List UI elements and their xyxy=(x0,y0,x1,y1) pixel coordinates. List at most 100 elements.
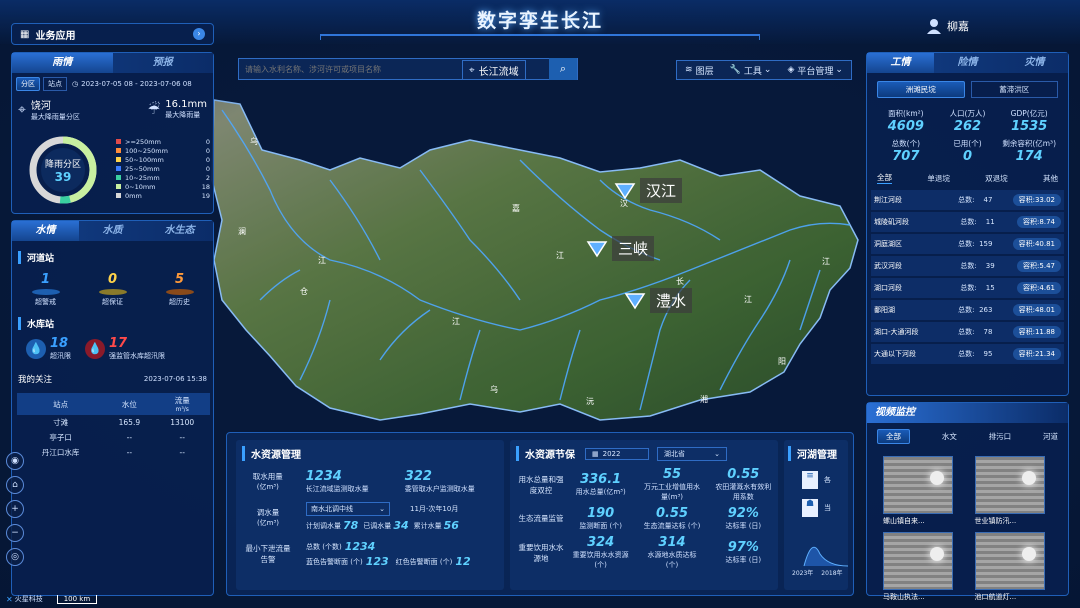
map-marker-lishui[interactable]: 澧水 xyxy=(624,288,693,313)
video-thumbnail[interactable] xyxy=(883,532,953,590)
list-item[interactable]: 湖口河段 总数: 15 容积:4.61 xyxy=(871,278,1064,298)
chevron-right-icon[interactable]: › xyxy=(193,28,205,40)
list-item[interactable]: 洞庭湖区 总数: 159 容积:40.81 xyxy=(871,234,1064,254)
list-item[interactable]: 鄱阳湖 总数: 263 容积:48.01 xyxy=(871,300,1064,320)
wr-alert-row: 最小下泄流量告警 总数 (个数) 1234 蓝色告警断面 (个) 123 红色告警断… xyxy=(245,540,471,568)
video-tab-hydrology[interactable]: 水文 xyxy=(942,431,957,442)
tab-water-regime[interactable]: 水情 xyxy=(12,221,79,241)
tools-button[interactable]: 🔧 工具 ⌄ xyxy=(730,64,772,77)
wp-row: 生态流量监管 190 监测断面 (个) 0.55 生态流量达标 (个) 92% 达标率… xyxy=(518,506,762,530)
video-tile[interactable]: 世业镇防汛... xyxy=(974,456,1053,526)
reservoir-stat[interactable]: 💧 18 超汛限 xyxy=(26,336,71,361)
zoom-out-icon[interactable]: − xyxy=(6,524,24,542)
filter-double[interactable]: 双退垸 xyxy=(985,173,1008,184)
basin-label: 长江流域 xyxy=(478,66,519,78)
subtab-station[interactable]: 站点 xyxy=(43,77,67,91)
table-row[interactable]: 丹江口水库 -- -- xyxy=(17,445,210,460)
map-marker-sanxia[interactable]: 三峡 xyxy=(586,236,655,261)
chevron-down-icon: ⌄ xyxy=(379,505,385,513)
year-select[interactable]: ▦ 2022 xyxy=(585,447,649,460)
reservoir-stat[interactable]: 💧 17 强监管水库超汛限 xyxy=(85,336,165,361)
wp-title: 水资源节保 xyxy=(516,446,575,461)
river-stat[interactable]: 1 超警戒 xyxy=(21,272,71,307)
brand-label: 火星科技 xyxy=(14,595,43,603)
tab-project[interactable]: 工情 xyxy=(867,53,934,73)
video-thumbnail[interactable] xyxy=(974,532,1045,590)
water-drop-icon: 💧 xyxy=(26,338,46,359)
wr1-b-value: 322 xyxy=(404,469,432,484)
max-rain-value: 16.1mm xyxy=(165,99,207,110)
list-item[interactable]: 城陵矶河段 总数: 11 容积:8.74 xyxy=(871,212,1064,232)
river-stat[interactable]: 0 超保证 xyxy=(88,272,138,307)
chart-x-tick: 2023年 xyxy=(792,570,814,577)
place-label: 江 xyxy=(744,295,752,304)
tab-danger[interactable]: 险情 xyxy=(934,53,1001,73)
zoom-in-icon[interactable]: + xyxy=(6,500,24,518)
focus-table: 站点 水位 流量 m³/s 寸滩 165.9 13100 亭子口 -- -- 丹江口水库 -… xyxy=(17,393,210,460)
tab-forecast[interactable]: 预报 xyxy=(113,53,214,73)
project-panel: 工情 险情 灾情 洲滩民垸 蓄滞洪区 面积(km²) 4609 人口(万人) 262… xyxy=(866,52,1069,396)
title-decoration xyxy=(320,34,760,40)
transfer-select[interactable]: 南水北调中线 ⌄ xyxy=(306,502,390,516)
legend-item: 0~10mm 18 xyxy=(116,182,210,191)
video-thumbnail[interactable] xyxy=(883,456,953,514)
tab-water-ecology[interactable]: 水生态 xyxy=(146,221,213,241)
tab-water-quality[interactable]: 水质 xyxy=(79,221,146,241)
globe-icon[interactable]: ◎ xyxy=(6,548,24,566)
river-stat[interactable]: 5 超历史 xyxy=(155,272,205,307)
people-icon: ☗ xyxy=(802,499,818,517)
chevron-down-icon: ⌄ xyxy=(763,65,772,75)
filter-all[interactable]: 全部 xyxy=(877,172,892,184)
video-tile[interactable]: 螺山镇自来... xyxy=(883,456,961,526)
list-item[interactable]: 湖口-大通河段 总数: 78 容积:11.88 xyxy=(871,322,1064,342)
filter-single[interactable]: 单退垸 xyxy=(927,173,950,184)
list-item[interactable]: 荆江河段 总数: 47 容积:33.02 xyxy=(871,190,1064,210)
video-panel: 视频监控 全部 水文 排污口 河道 螺山镇自来... 世业镇防汛... 马鞍山执… xyxy=(866,402,1069,601)
layers-button[interactable]: ≋ 图层 xyxy=(685,64,714,77)
max-rain-desc: 最大降雨量 xyxy=(165,111,201,119)
marker-label: 汉江 xyxy=(640,178,683,203)
place-label: 澜 xyxy=(238,227,246,236)
locate-icon[interactable]: ◉ xyxy=(6,452,24,470)
province-select[interactable]: 湖北省 ⌄ xyxy=(657,446,727,461)
table-row[interactable]: 亭子口 -- -- xyxy=(17,430,210,445)
home-icon[interactable]: ⌂ xyxy=(6,476,24,494)
marker-pin-icon xyxy=(614,182,636,199)
video-tab-river[interactable]: 河道 xyxy=(1043,431,1058,442)
video-tab-all[interactable]: 全部 xyxy=(877,429,910,444)
wr-transfer-row: 调水量 (亿m³) 南水北调中线 ⌄ 11月-次年10月 计划调水量 78 已调水量 3… xyxy=(244,502,504,532)
subtab-zone[interactable]: 分区 xyxy=(16,77,40,91)
clock-icon: ◷ xyxy=(72,80,79,88)
business-apps-bar[interactable]: ▦ 业务应用 › xyxy=(11,23,214,45)
date-range[interactable]: 2023-07-05 08 - 2023-07-06 08 xyxy=(81,80,192,88)
tab-rain[interactable]: 雨情 xyxy=(12,53,113,73)
search-button[interactable]: ⌕ xyxy=(549,58,577,80)
grid-icon: ▦ xyxy=(20,28,30,40)
marker-label: 澧水 xyxy=(650,288,693,313)
user-icon xyxy=(927,19,941,34)
legend-item: 10~25mm 2 xyxy=(116,173,210,182)
reservoir-title: 水库站 xyxy=(18,317,213,330)
subtab-detention[interactable]: 蓄滞洪区 xyxy=(970,81,1058,98)
video-tab-outlet[interactable]: 排污口 xyxy=(989,431,1012,442)
place-label: 江 xyxy=(556,251,564,260)
basin-selector[interactable]: ⌖ 长江流域 xyxy=(462,60,526,80)
list-item[interactable]: 武汉河段 总数: 39 容积:5.47 xyxy=(871,256,1064,276)
table-row[interactable]: 寸滩 165.9 13100 xyxy=(17,415,210,430)
legend-item: >=250mm 0 xyxy=(116,137,210,146)
river-lake-mgmt: 河湖管理 ≡ 各 ☗ 当 2023年 2018年 xyxy=(784,440,848,590)
platform-button[interactable]: ◈ 平台管理 ⌄ xyxy=(787,64,842,77)
map-marker-hanjiang[interactable]: 汉江 xyxy=(614,178,683,203)
tab-disaster[interactable]: 灾情 xyxy=(1001,53,1068,73)
stat-item: 剩余容积(亿m³) 174 xyxy=(1002,139,1056,164)
list-item[interactable]: 大通以下河段 总数: 95 容积:21.34 xyxy=(871,344,1064,364)
user-menu[interactable]: 柳嘉 xyxy=(926,18,969,34)
legend-item: 0mm 19 xyxy=(116,191,210,200)
place-label: 嘉 xyxy=(512,204,520,213)
video-tile[interactable]: 马鞍山执法... xyxy=(883,532,961,602)
filter-other[interactable]: 其他 xyxy=(1043,173,1058,184)
subtab-islands[interactable]: 洲滩民垸 xyxy=(877,81,965,98)
video-tile[interactable]: 池口航道灯... xyxy=(974,532,1053,602)
video-thumbnail[interactable] xyxy=(974,456,1045,514)
place-label: 长 xyxy=(676,277,684,286)
